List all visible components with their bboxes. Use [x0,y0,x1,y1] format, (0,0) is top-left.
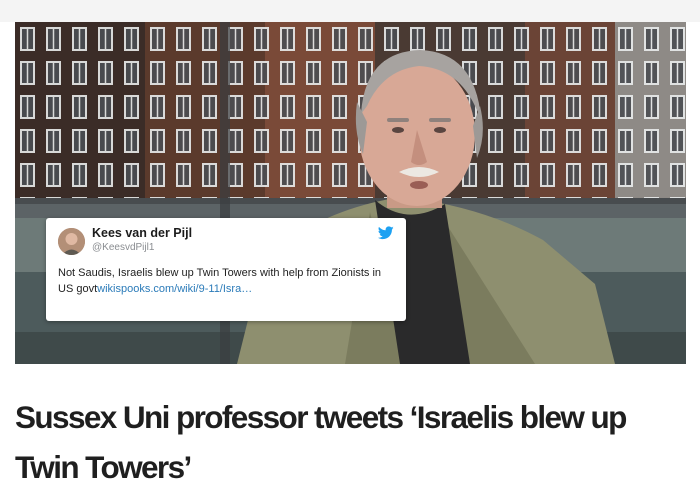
embedded-tweet-card[interactable]: Kees van der Pijl @KeesvdPijl1 Not Saudi… [46,218,406,321]
top-strip [0,0,700,22]
twitter-bird-icon[interactable] [378,226,394,240]
article-headline[interactable]: Sussex Uni professor tweets ‘Israelis bl… [15,392,690,492]
author-avatar[interactable] [58,228,85,255]
hero-image: Kees van der Pijl @KeesvdPijl1 Not Saudi… [15,22,686,364]
tweet-body: Not Saudis, Israelis blew up Twin Towers… [58,265,398,297]
tweet-author-name[interactable]: Kees van der Pijl [92,226,192,240]
tweet-link[interactable]: wikispooks.com/wiki/9-11/Isra… [97,283,252,295]
tweet-author-handle[interactable]: @KeesvdPijl1 [92,242,154,253]
